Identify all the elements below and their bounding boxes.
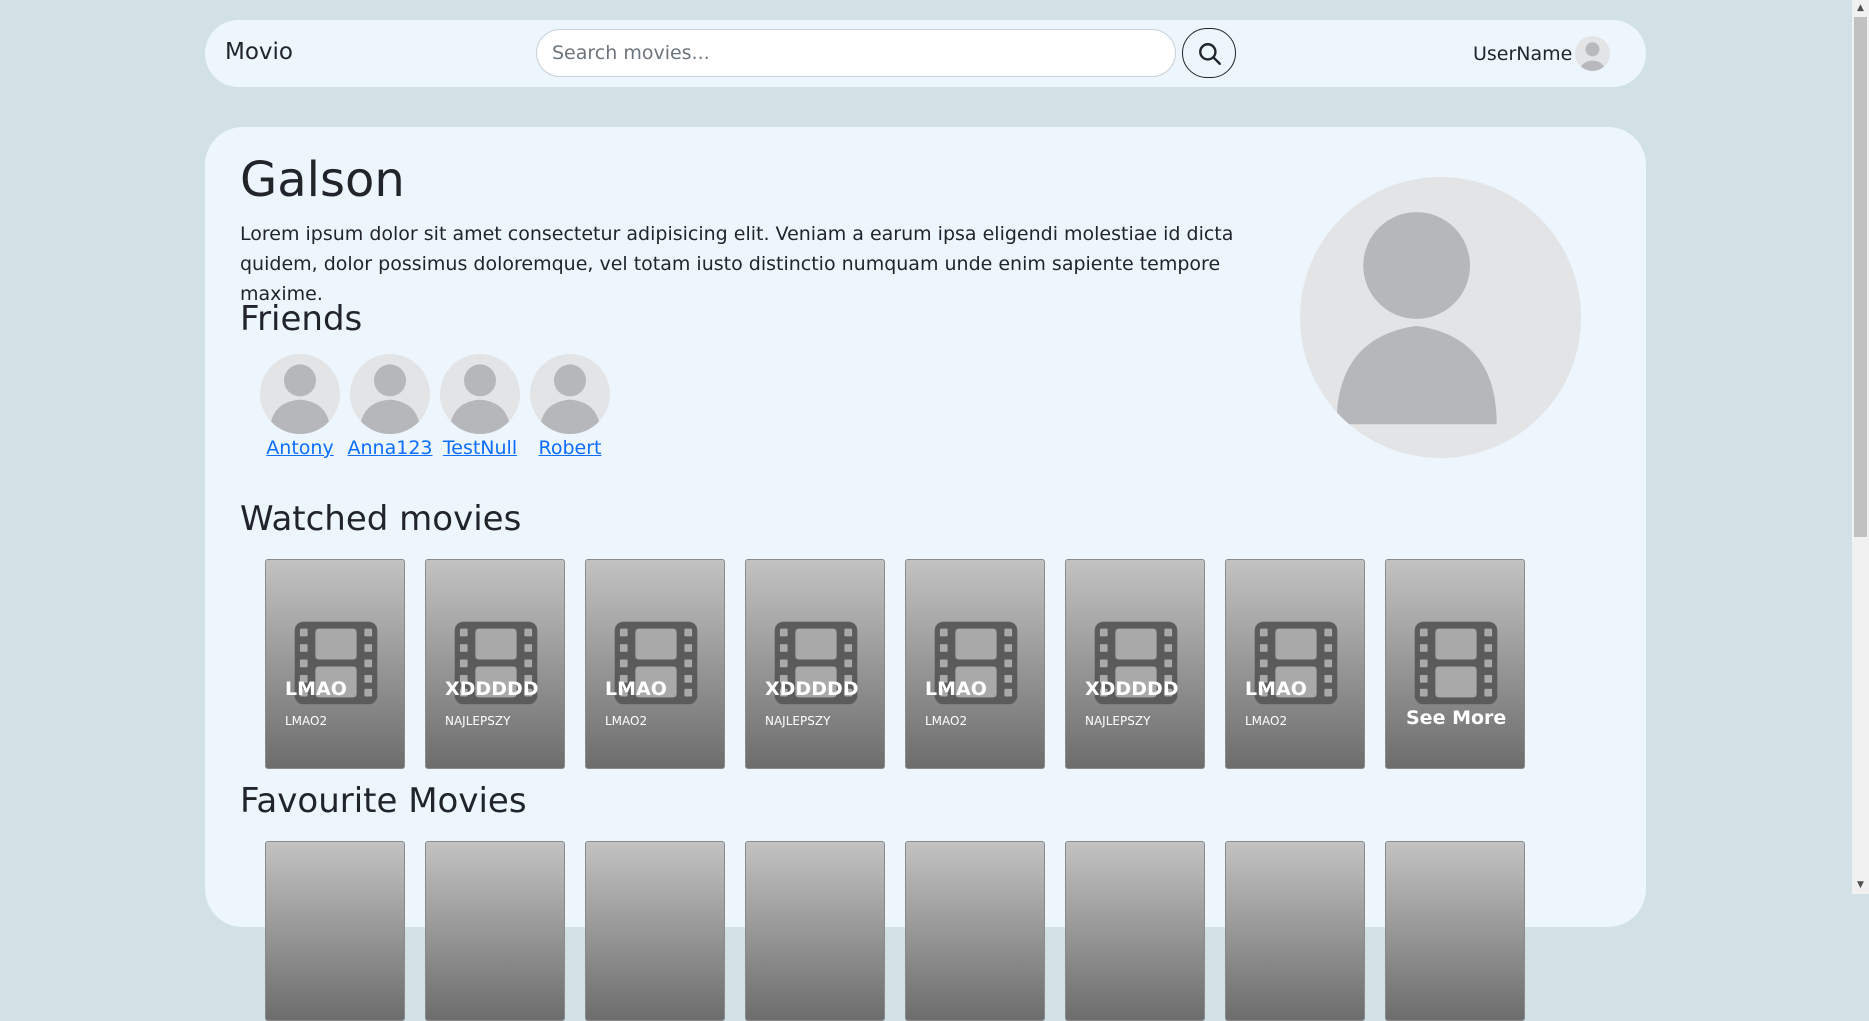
movie-card[interactable]: LMAO LMAO2 bbox=[585, 559, 725, 769]
favourite-movie-card[interactable] bbox=[585, 841, 725, 1021]
film-icon bbox=[1414, 621, 1498, 705]
profile-panel: Galson Lorem ipsum dolor sit amet consec… bbox=[205, 127, 1646, 1021]
navbar: Movio UserName bbox=[205, 20, 1646, 87]
movie-subtitle: LMAO2 bbox=[605, 714, 648, 728]
user-silhouette-icon bbox=[539, 364, 601, 434]
movie-title: LMAO bbox=[285, 678, 347, 700]
movie-card[interactable]: LMAO LMAO2 bbox=[1225, 559, 1365, 769]
favourite-movie-card[interactable] bbox=[1065, 841, 1205, 1021]
favourite-movies-heading: Favourite Movies bbox=[240, 781, 527, 821]
friend-avatar[interactable] bbox=[440, 354, 520, 434]
movie-title: LMAO bbox=[925, 678, 987, 700]
favourite-movie-card[interactable] bbox=[1385, 841, 1525, 1021]
friend-link[interactable]: Anna123 bbox=[345, 437, 435, 459]
friend-link[interactable]: Antony bbox=[255, 437, 345, 459]
friends-heading: Friends bbox=[240, 299, 363, 339]
see-more-label: See More bbox=[1406, 707, 1507, 729]
movie-subtitle: LMAO2 bbox=[285, 714, 328, 728]
friend-avatar[interactable] bbox=[530, 354, 610, 434]
movie-card[interactable]: LMAO LMAO2 bbox=[265, 559, 405, 769]
user-silhouette-icon bbox=[449, 364, 511, 434]
movie-subtitle: NAJLEPSZY bbox=[445, 714, 511, 728]
movie-title: XDDDDD bbox=[445, 678, 539, 700]
scroll-up-arrow-icon[interactable]: ▲ bbox=[1852, 0, 1869, 17]
search-icon bbox=[1199, 43, 1221, 65]
user-silhouette-icon bbox=[1336, 212, 1497, 425]
movie-subtitle: LMAO2 bbox=[1245, 714, 1288, 728]
movie-card[interactable]: LMAO LMAO2 bbox=[905, 559, 1045, 769]
see-more-card[interactable]: See More bbox=[1385, 559, 1525, 769]
movie-subtitle: NAJLEPSZY bbox=[765, 714, 831, 728]
profile-picture bbox=[1300, 177, 1581, 458]
user-avatar[interactable] bbox=[1575, 36, 1610, 71]
brand-logo[interactable]: Movio bbox=[225, 39, 293, 65]
search-input[interactable] bbox=[536, 29, 1176, 77]
movie-title: XDDDDD bbox=[765, 678, 859, 700]
user-avatar-icon bbox=[1579, 42, 1606, 71]
scroll-down-arrow-icon[interactable]: ▼ bbox=[1852, 877, 1869, 894]
friend-link[interactable]: Robert bbox=[525, 437, 615, 459]
profile-bio: Lorem ipsum dolor sit amet consectetur a… bbox=[240, 223, 1234, 305]
movie-card[interactable]: XDDDDD NAJLEPSZY bbox=[745, 559, 885, 769]
movie-title: LMAO bbox=[605, 678, 667, 700]
movie-title: XDDDDD bbox=[1085, 678, 1179, 700]
favourite-movie-card[interactable] bbox=[425, 841, 565, 1021]
movie-card[interactable]: XDDDDD NAJLEPSZY bbox=[1065, 559, 1205, 769]
user-silhouette-icon bbox=[269, 364, 331, 434]
movie-card[interactable]: XDDDDD NAJLEPSZY bbox=[425, 559, 565, 769]
user-silhouette-icon bbox=[359, 364, 421, 434]
favourite-movie-card[interactable] bbox=[745, 841, 885, 1021]
profile-name: Galson bbox=[240, 152, 405, 208]
favourite-movie-card[interactable] bbox=[1225, 841, 1365, 1021]
movie-subtitle: LMAO2 bbox=[925, 714, 968, 728]
friend-link[interactable]: TestNull bbox=[435, 437, 525, 459]
friend-avatar[interactable] bbox=[350, 354, 430, 434]
friend-avatar[interactable] bbox=[260, 354, 340, 434]
movie-subtitle: NAJLEPSZY bbox=[1085, 714, 1151, 728]
watched-movies-heading: Watched movies bbox=[240, 499, 522, 539]
user-name-link[interactable]: UserName bbox=[1473, 43, 1572, 65]
scroll-thumb[interactable] bbox=[1854, 17, 1867, 537]
favourite-movie-card[interactable] bbox=[265, 841, 405, 1021]
movie-title: LMAO bbox=[1245, 678, 1307, 700]
search-button[interactable] bbox=[1182, 28, 1236, 78]
favourite-movie-card[interactable] bbox=[905, 841, 1045, 1021]
page-scrollbar[interactable]: ▲ ▼ bbox=[1852, 0, 1869, 894]
